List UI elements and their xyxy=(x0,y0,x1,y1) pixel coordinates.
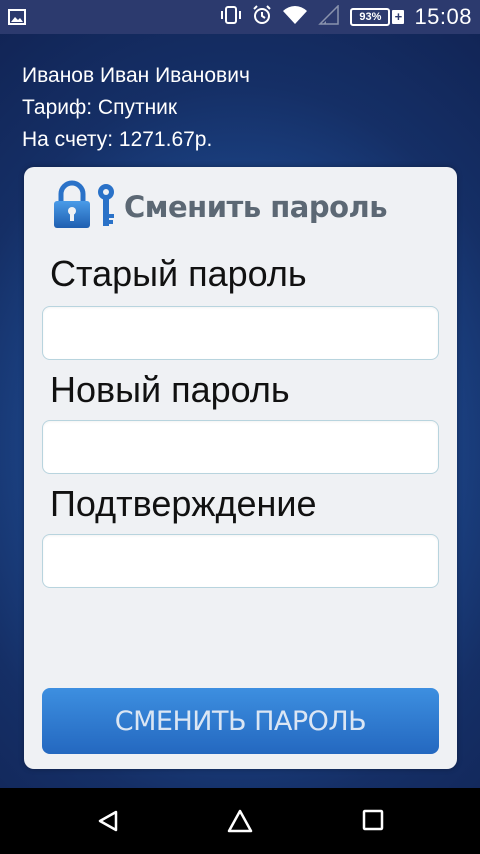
new-password-label: Новый пароль xyxy=(50,369,290,410)
confirm-password-label: Подтверждение xyxy=(50,483,317,524)
card-title: Сменить пароль xyxy=(124,190,388,224)
image-icon xyxy=(8,9,26,30)
user-name: Иванов Иван Иванович xyxy=(22,64,250,87)
user-balance: На счету: 1271.67р. xyxy=(22,128,213,151)
battery-icon: 93% + xyxy=(350,8,405,26)
navigation-bar xyxy=(0,788,480,854)
home-icon[interactable] xyxy=(227,809,253,838)
back-icon[interactable] xyxy=(96,809,120,838)
key-icon xyxy=(96,180,116,235)
new-password-input[interactable] xyxy=(42,420,439,474)
signal-icon xyxy=(318,3,340,30)
confirm-password-input[interactable] xyxy=(42,534,439,588)
status-bar: 93% + 15:08 xyxy=(0,0,480,34)
clock: 15:08 xyxy=(414,4,472,29)
recents-icon[interactable] xyxy=(362,809,384,836)
old-password-input[interactable] xyxy=(42,306,439,360)
user-tariff: Тариф: Спутник xyxy=(22,96,178,119)
change-password-button[interactable]: СМЕНИТЬ ПАРОЛЬ xyxy=(42,688,439,754)
user-info: Иванов Иван Иванович Тариф: Спутник На с… xyxy=(22,60,250,156)
vibrate-icon xyxy=(220,5,242,30)
wifi-icon xyxy=(282,5,308,30)
change-password-card: Сменить пароль Старый пароль Новый парол… xyxy=(24,167,457,769)
app-content: Иванов Иван Иванович Тариф: Спутник На с… xyxy=(0,34,480,788)
battery-level: 93% xyxy=(359,11,382,23)
alarm-icon xyxy=(252,4,272,30)
card-header: Сменить пароль xyxy=(52,177,388,237)
padlock-icon xyxy=(52,180,92,235)
old-password-label: Старый пароль xyxy=(50,253,307,294)
